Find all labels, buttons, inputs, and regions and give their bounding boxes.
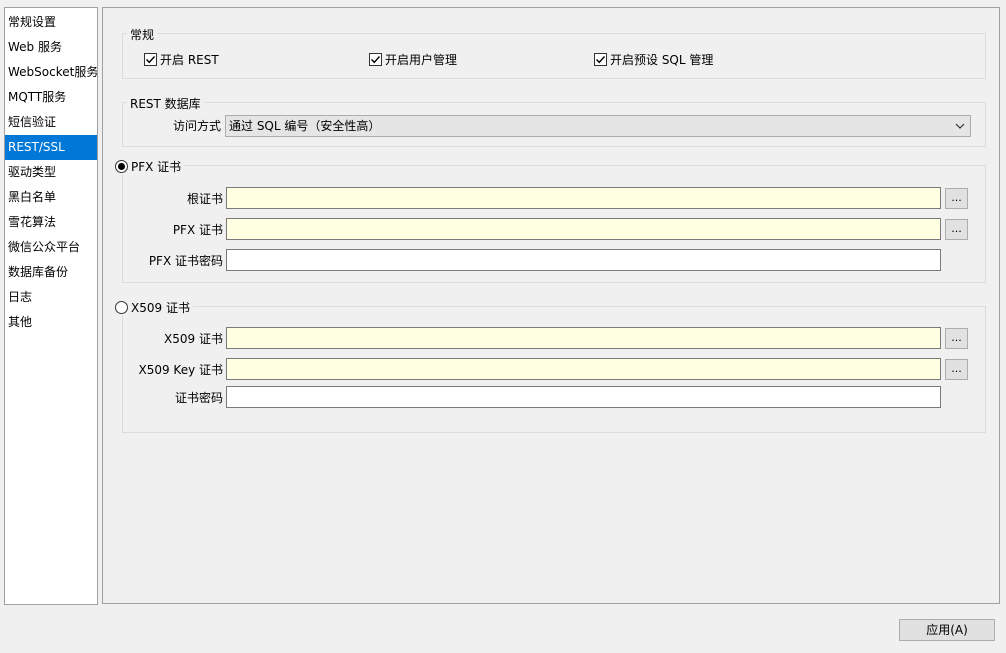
- enable-rest-label: 开启 REST: [160, 53, 219, 67]
- nav-item-blacklist-whitelist[interactable]: 黑白名单: [5, 185, 97, 210]
- x509-key-input[interactable]: [226, 358, 941, 380]
- nav-item-mqtt-service[interactable]: MQTT服务: [5, 85, 97, 110]
- x509-cert-browse-button[interactable]: ...: [945, 328, 968, 349]
- general-group: [122, 33, 986, 79]
- radio-selected-icon: [115, 160, 128, 173]
- enable-user-management-checkbox[interactable]: 开启用户管理: [369, 51, 457, 68]
- nav-item-snowflake[interactable]: 雪花算法: [5, 210, 97, 235]
- nav-item-driver-type[interactable]: 驱动类型: [5, 160, 97, 185]
- x509-key-browse-button[interactable]: ...: [945, 359, 968, 380]
- chevron-down-icon: [954, 116, 966, 136]
- access-mode-select[interactable]: 通过 SQL 编号（安全性高）: [225, 115, 971, 137]
- settings-panel: 常规 开启 REST 开启用户管理 开启预设 SQL 管理 REST 数据库 访…: [102, 7, 1000, 604]
- enable-preset-sql-label: 开启预设 SQL 管理: [610, 53, 714, 67]
- radio-unselected-icon: [115, 301, 128, 314]
- pfx-radio[interactable]: PFX 证书: [115, 158, 185, 175]
- checkbox-checked-icon: [144, 53, 157, 66]
- rest-db-group-title: REST 数据库: [127, 95, 204, 112]
- nav-item-db-backup[interactable]: 数据库备份: [5, 260, 97, 285]
- nav-item-sms-verification[interactable]: 短信验证: [5, 110, 97, 135]
- nav-item-wechat-platform[interactable]: 微信公众平台: [5, 235, 97, 260]
- apply-button[interactable]: 应用(A): [899, 619, 995, 641]
- enable-user-management-label: 开启用户管理: [385, 53, 458, 67]
- pfx-radio-label: PFX 证书: [131, 160, 182, 174]
- pfx-cert-input[interactable]: [226, 218, 941, 240]
- root-cert-input[interactable]: [226, 187, 941, 209]
- checkbox-checked-icon: [594, 53, 607, 66]
- x509-radio-label: X509 证书: [131, 301, 190, 315]
- x509-radio[interactable]: X509 证书: [115, 299, 193, 316]
- nav-item-other[interactable]: 其他: [5, 310, 97, 335]
- x509-cert-input[interactable]: [226, 327, 941, 349]
- pfx-password-label: PFX 证书密码: [148, 254, 223, 268]
- pfx-password-input[interactable]: [226, 249, 941, 271]
- enable-preset-sql-checkbox[interactable]: 开启预设 SQL 管理: [594, 51, 713, 68]
- cert-password-input[interactable]: [226, 386, 941, 408]
- x509-cert-label: X509 证书: [164, 332, 223, 346]
- nav-item-web-service[interactable]: Web 服务: [5, 35, 97, 60]
- settings-nav: 常规设置 Web 服务 WebSocket服务 MQTT服务 短信验证 REST…: [4, 7, 98, 605]
- nav-item-rest-ssl[interactable]: REST/SSL: [5, 135, 97, 160]
- nav-item-general[interactable]: 常规设置: [5, 10, 97, 35]
- cert-password-label: 证书密码: [174, 391, 223, 405]
- checkbox-checked-icon: [369, 53, 382, 66]
- root-cert-browse-button[interactable]: ...: [945, 188, 968, 209]
- root-cert-label: 根证书: [186, 192, 223, 206]
- access-mode-label: 访问方式: [172, 119, 221, 133]
- x509-key-label: X509 Key 证书: [138, 363, 223, 377]
- pfx-cert-label: PFX 证书: [172, 223, 223, 237]
- nav-item-websocket-service[interactable]: WebSocket服务: [5, 60, 97, 85]
- enable-rest-checkbox[interactable]: 开启 REST: [144, 51, 219, 68]
- access-mode-value: 通过 SQL 编号（安全性高）: [229, 119, 381, 133]
- general-group-title: 常规: [127, 26, 158, 43]
- nav-item-log[interactable]: 日志: [5, 285, 97, 310]
- pfx-cert-browse-button[interactable]: ...: [945, 219, 968, 240]
